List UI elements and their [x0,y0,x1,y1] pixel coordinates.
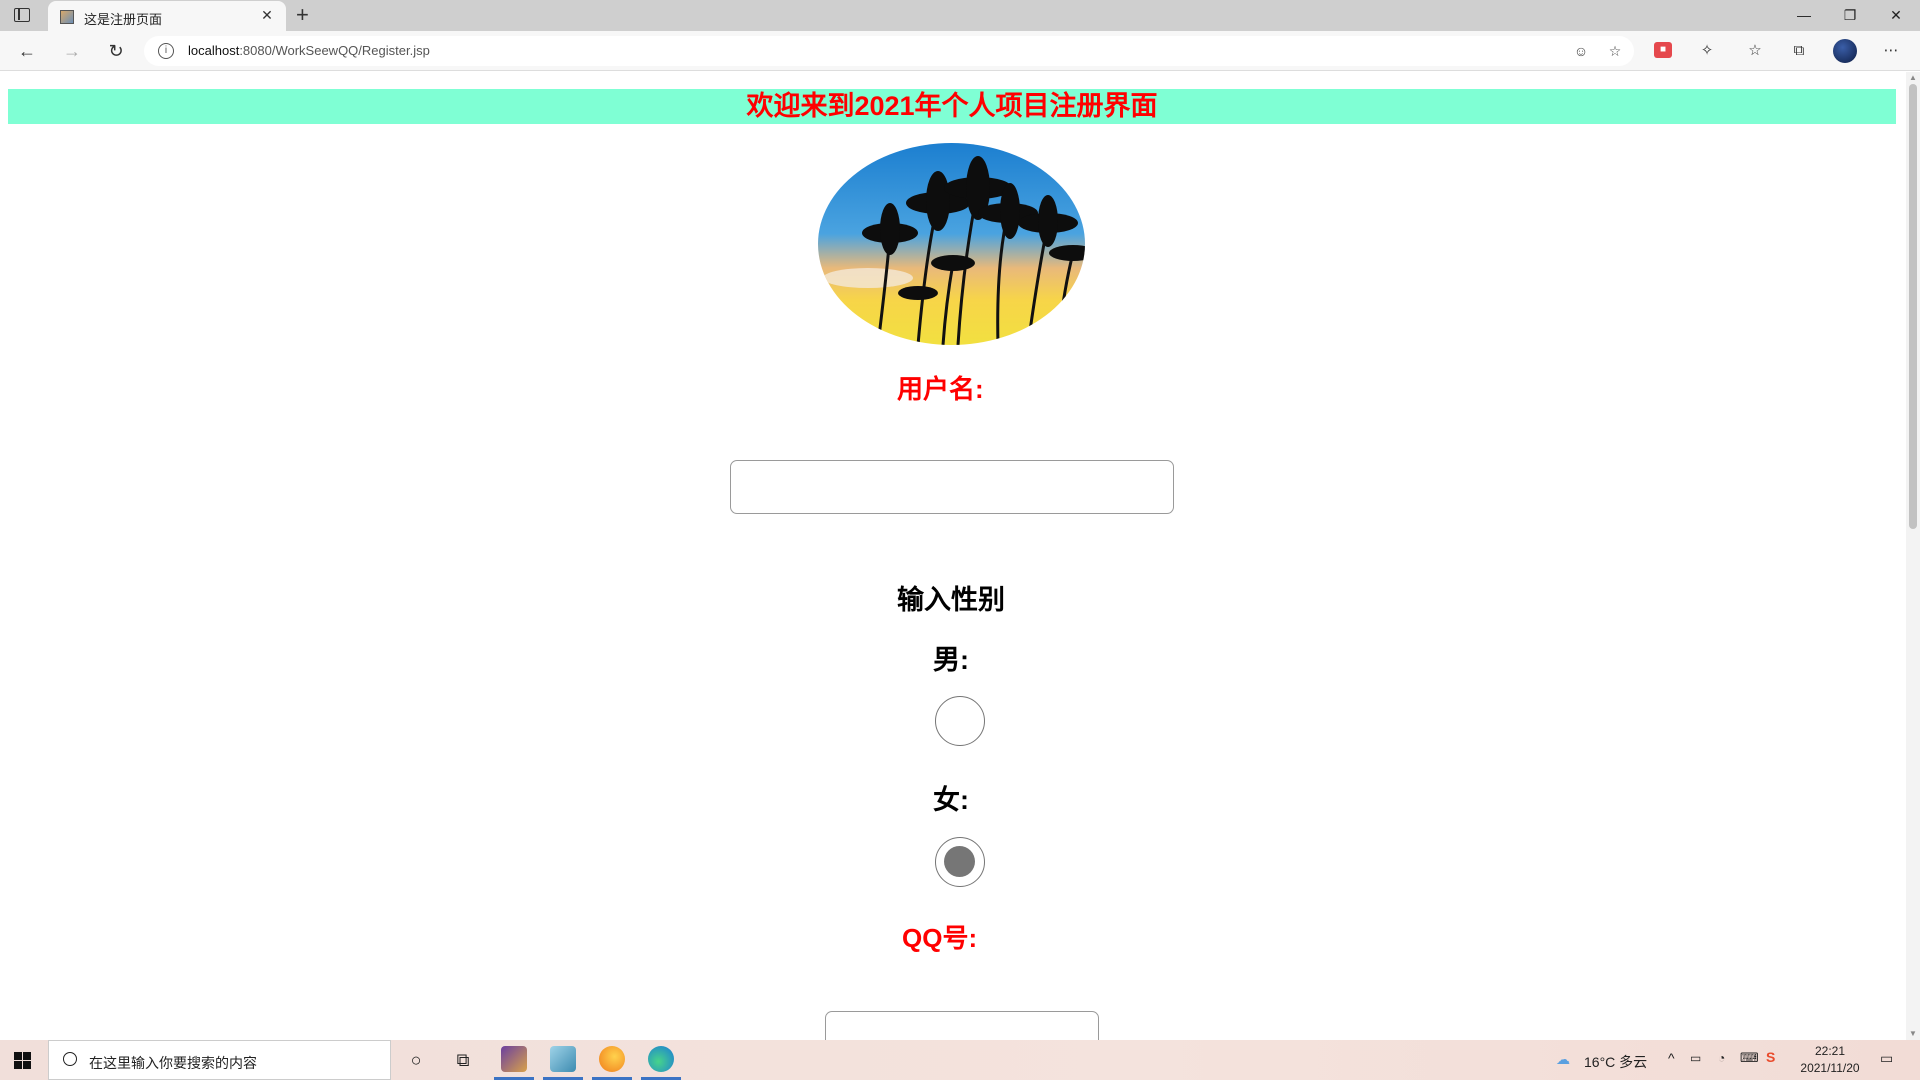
app-notepad-icon[interactable] [550,1046,576,1072]
ime-icon[interactable]: ⌨ [1740,1050,1759,1066]
search-icon [63,1052,77,1066]
vertical-scrollbar[interactable]: ▲ ▼ [1906,72,1920,1040]
username-label: 用户名: [897,374,984,404]
show-hidden-icons[interactable]: ^ [1668,1050,1675,1066]
task-view-icon[interactable]: ⧉ [451,1048,475,1072]
tab-actions-icon[interactable] [14,8,30,22]
clock[interactable]: 22:21 2021/11/20 [1791,1043,1869,1077]
info-icon[interactable]: i [158,43,174,59]
taskbar-search[interactable]: 在这里输入你要搜索的内容 [48,1040,391,1080]
male-radio[interactable] [935,696,985,746]
close-tab-icon[interactable]: ✕ [258,6,276,24]
female-label: 女: [933,785,969,815]
notification-icon[interactable]: ▭ [1880,1050,1893,1067]
scroll-thumb[interactable] [1909,84,1917,529]
tracking-icon[interactable]: ☺ [1572,42,1590,60]
favicon-icon [60,10,74,24]
male-label: 男: [933,645,969,675]
puzzle-icon[interactable]: ✧ [1696,40,1718,62]
welcome-banner: 欢迎来到2021年个人项目注册界面 [8,89,1896,124]
edge-browser-icon[interactable] [648,1046,674,1072]
clock-date: 2021/11/20 [1800,1061,1860,1075]
app-orange-icon[interactable] [599,1046,625,1072]
minimize-icon[interactable]: — [1782,4,1826,26]
female-radio[interactable] [935,837,985,887]
forward-icon[interactable]: → [60,39,84,63]
windows-start-icon[interactable] [14,1052,31,1069]
browser-tab[interactable]: 这是注册页面 ✕ [48,1,286,32]
qq-label: QQ号: [902,923,978,953]
scroll-down-icon[interactable]: ▼ [1909,1030,1917,1038]
qq-input[interactable] [825,1011,1099,1040]
more-icon[interactable]: ⋯ [1880,40,1902,62]
avatar[interactable] [1833,39,1857,63]
scroll-up-icon[interactable]: ▲ [1909,74,1917,82]
new-tab-icon[interactable]: + [296,2,309,28]
username-input[interactable] [730,460,1174,514]
clock-time: 22:21 [1814,1044,1846,1058]
cortana-icon[interactable]: ○ [404,1048,428,1072]
restore-icon[interactable]: ❐ [1828,4,1872,26]
app-game-icon[interactable] [501,1046,527,1072]
sogou-icon[interactable]: S [1766,1049,1775,1065]
tab-bar: 这是注册页面 ✕ + — ❐ ✕ [0,0,1920,32]
search-placeholder: 在这里输入你要搜索的内容 [89,1055,257,1071]
taskbar: 在这里输入你要搜索的内容 ○ ⧉ ☁ 16°C 多云 ^ ▭ ◔ ⌨ S 22:… [0,1040,1920,1080]
extension-icon[interactable]: ■ [1654,42,1672,58]
url-text[interactable]: localhost:8080/WorkSeewQQ/Register.jsp [188,43,430,58]
gender-heading: 输入性别 [897,585,1005,615]
weather-text[interactable]: 16°C 多云 [1584,1052,1647,1072]
back-icon[interactable]: ← [15,39,39,63]
collections-icon[interactable]: ⧉ [1788,40,1810,62]
refresh-icon[interactable]: ↻ [104,39,128,63]
tab-title: 这是注册页面 [84,12,163,27]
add-favorite-icon[interactable]: ☆ [1606,42,1624,60]
address-bar[interactable]: i localhost:8080/WorkSeewQQ/Register.jsp… [144,36,1634,66]
address-toolbar: ← → ↻ i localhost:8080/WorkSeewQQ/Regist… [0,31,1920,71]
battery-icon[interactable]: ▭ [1690,1051,1701,1065]
network-icon[interactable]: ◔ [1718,1051,1725,1065]
cloud-icon: ☁ [1556,1051,1570,1067]
palm-tree-image [818,143,1085,345]
page-viewport: 欢迎来到2021年个人项目注册界面 用户名: 输入性别 男: 女: QQ号: [0,72,1906,1040]
window-close-icon[interactable]: ✕ [1874,4,1918,26]
favorites-icon[interactable]: ☆ [1744,40,1766,62]
